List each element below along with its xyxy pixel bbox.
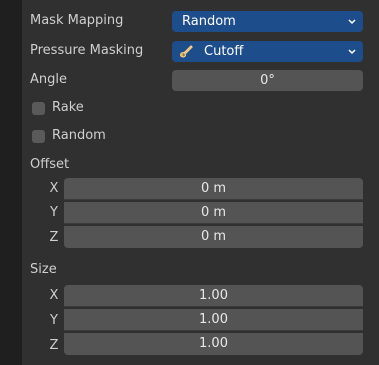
angle-field[interactable]: 0° xyxy=(172,70,363,91)
rake-label: Rake xyxy=(52,100,84,115)
pressure-masking-value: Cutoff xyxy=(204,44,244,59)
mask-mapping-label: Mask Mapping xyxy=(30,13,124,28)
outer-background xyxy=(0,0,22,365)
pressure-masking-dropdown[interactable]: Cutoff xyxy=(172,41,363,62)
rake-checkbox[interactable] xyxy=(32,102,45,115)
random-checkbox[interactable] xyxy=(32,130,45,143)
offset-z-axis-label: Z xyxy=(49,230,59,245)
offset-z-field[interactable]: 0 m xyxy=(64,226,363,248)
texture-mask-panel: Mask Mapping Random Pressure Masking Cut… xyxy=(22,0,379,365)
offset-x-field[interactable]: 0 m xyxy=(64,178,363,200)
size-y-field[interactable]: 1.00 xyxy=(64,309,363,331)
size-x-axis-label: X xyxy=(49,288,59,303)
offset-label: Offset xyxy=(30,157,70,172)
random-label: Random xyxy=(52,128,106,143)
chevron-down-icon xyxy=(348,49,356,55)
size-label: Size xyxy=(30,262,57,277)
pressure-masking-label: Pressure Masking xyxy=(30,43,144,58)
angle-label: Angle xyxy=(30,72,67,87)
size-z-field[interactable]: 1.00 xyxy=(64,333,363,355)
size-x-field[interactable]: 1.00 xyxy=(64,285,363,307)
chevron-down-icon xyxy=(348,19,356,25)
size-y-axis-label: Y xyxy=(50,313,58,328)
size-z-axis-label: Z xyxy=(49,338,59,353)
brush-icon xyxy=(180,45,193,58)
offset-y-axis-label: Y xyxy=(50,205,58,220)
offset-x-axis-label: X xyxy=(49,181,59,196)
mask-mapping-value: Random xyxy=(182,14,236,29)
offset-y-field[interactable]: 0 m xyxy=(64,202,363,224)
mask-mapping-dropdown[interactable]: Random xyxy=(172,11,363,32)
